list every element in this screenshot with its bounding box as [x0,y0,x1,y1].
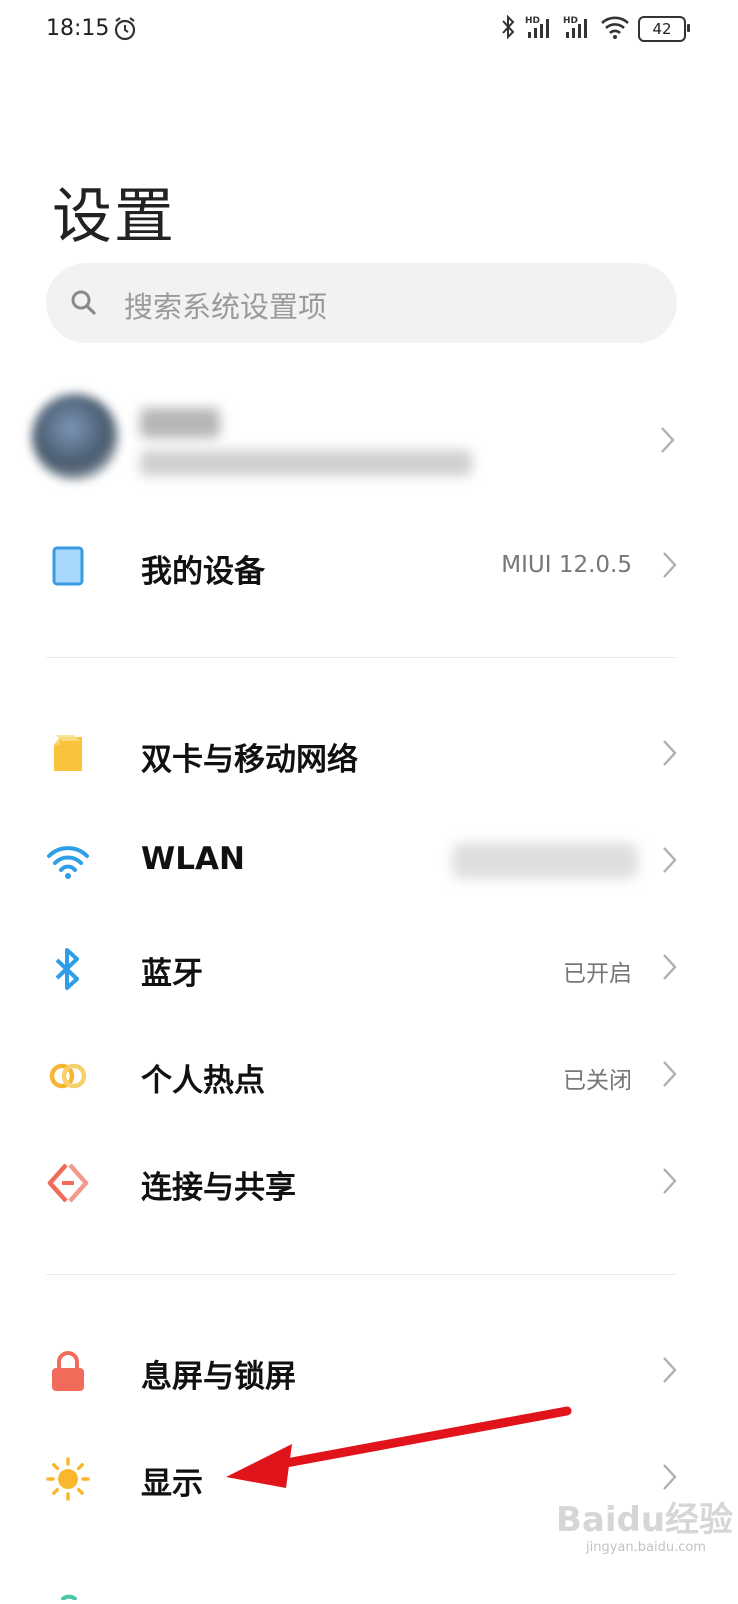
search-input[interactable]: 搜索系统设置项 [124,284,327,326]
status-time: 18:15 [46,16,110,41]
baidu-watermark-url: jingyan.baidu.com [586,1540,706,1555]
wifi-icon [46,840,90,884]
row-label: 个人热点 [141,1063,265,1099]
chevron-right-icon [662,1060,678,1092]
account-subtitle [140,450,472,476]
hd-signal-icon: HD [524,14,554,44]
divider [46,1274,677,1275]
hd-signal-icon: HD [562,14,592,44]
search-bar[interactable]: 搜索系统设置项 [46,263,677,343]
lock-icon [46,1350,90,1394]
chevron-right-icon [662,1463,678,1495]
chevron-right-icon [662,846,678,878]
svg-text:HD: HD [525,16,540,26]
status-bar: 18:15 HD HD 42 [0,0,738,60]
row-label: 息屏与锁屏 [141,1359,296,1395]
status-icons: HD HD 42 [500,14,690,44]
chevron-right-icon [662,739,678,771]
row-wlan[interactable]: WLAN [0,810,738,910]
alarm-icon [112,16,138,46]
row-label: 蓝牙 [141,956,203,992]
search-icon [70,289,98,321]
wlan-network-name [452,843,638,879]
row-label: 我的设备 [141,554,265,590]
row-value: 已开启 [563,961,632,987]
row-label: 连接与共享 [141,1170,296,1206]
sim-card-icon [46,733,90,777]
row-label: 双卡与移动网络 [141,742,358,778]
account-row[interactable] [22,388,712,492]
row-bluetooth[interactable]: 蓝牙 已开启 [0,917,738,1017]
battery-icon: 42 [638,16,690,42]
row-hotspot[interactable]: 个人热点 已关闭 [0,1024,738,1124]
chevron-right-icon [662,551,678,583]
row-lock-screen[interactable]: 息屏与锁屏 [0,1320,738,1420]
row-value: MIUI 12.0.5 [501,552,632,578]
sun-icon [46,1457,90,1501]
svg-text:HD: HD [563,16,578,26]
row-label: WLAN [141,841,245,877]
row-value: 已关闭 [563,1068,632,1094]
connect-share-icon [46,1161,90,1205]
row-label: 显示 [141,1466,203,1502]
phone-device-icon [46,545,90,589]
hotspot-icon [46,1054,90,1098]
divider [46,657,677,658]
bluetooth-icon [46,947,90,991]
baidu-watermark: Baidu经验 [556,1500,734,1540]
bluetooth-icon [500,14,516,44]
row-sim-network[interactable]: 双卡与移动网络 [0,703,738,803]
page-title: 设置 [52,182,176,252]
account-name [140,408,220,438]
chevron-right-icon [660,426,676,458]
chevron-right-icon [662,1167,678,1199]
avatar [32,394,118,480]
row-my-device[interactable]: 我的设备 MIUI 12.0.5 [0,515,738,615]
next-row-icon [58,1584,80,1602]
wifi-icon [600,14,630,44]
battery-level: 42 [652,20,672,38]
chevron-right-icon [662,953,678,985]
chevron-right-icon [662,1356,678,1388]
row-connect-share[interactable]: 连接与共享 [0,1131,738,1231]
